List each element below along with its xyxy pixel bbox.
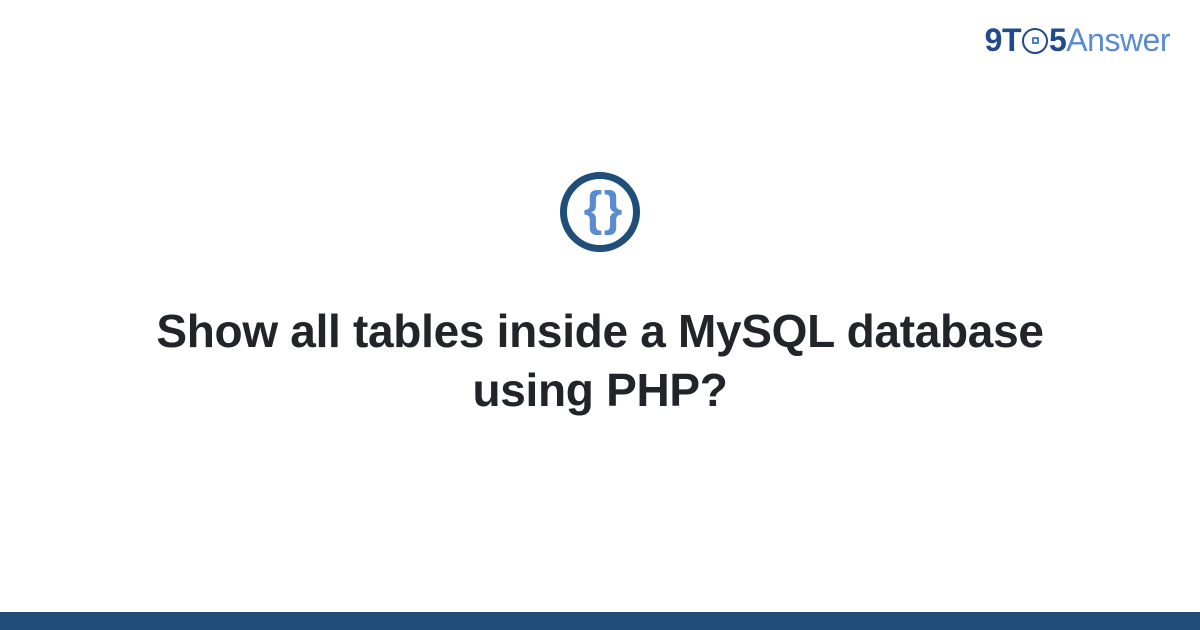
footer-bar: [0, 612, 1200, 630]
logo-text-9t: 9T: [985, 22, 1021, 59]
main-content: { } Show all tables inside a MySQL datab…: [0, 0, 1200, 630]
code-braces-icon: { }: [584, 186, 617, 234]
logo-text-5: 5: [1049, 22, 1066, 59]
logo-circle-inner-icon: [1032, 37, 1039, 44]
logo-text-answer: Answer: [1066, 22, 1170, 59]
logo-circle-icon: [1022, 28, 1048, 54]
page-container: 9T 5 Answer { } Show all tables inside a…: [0, 0, 1200, 630]
category-badge: { }: [560, 172, 640, 252]
page-title: Show all tables inside a MySQL database …: [150, 302, 1050, 420]
site-logo: 9T 5 Answer: [985, 22, 1170, 59]
